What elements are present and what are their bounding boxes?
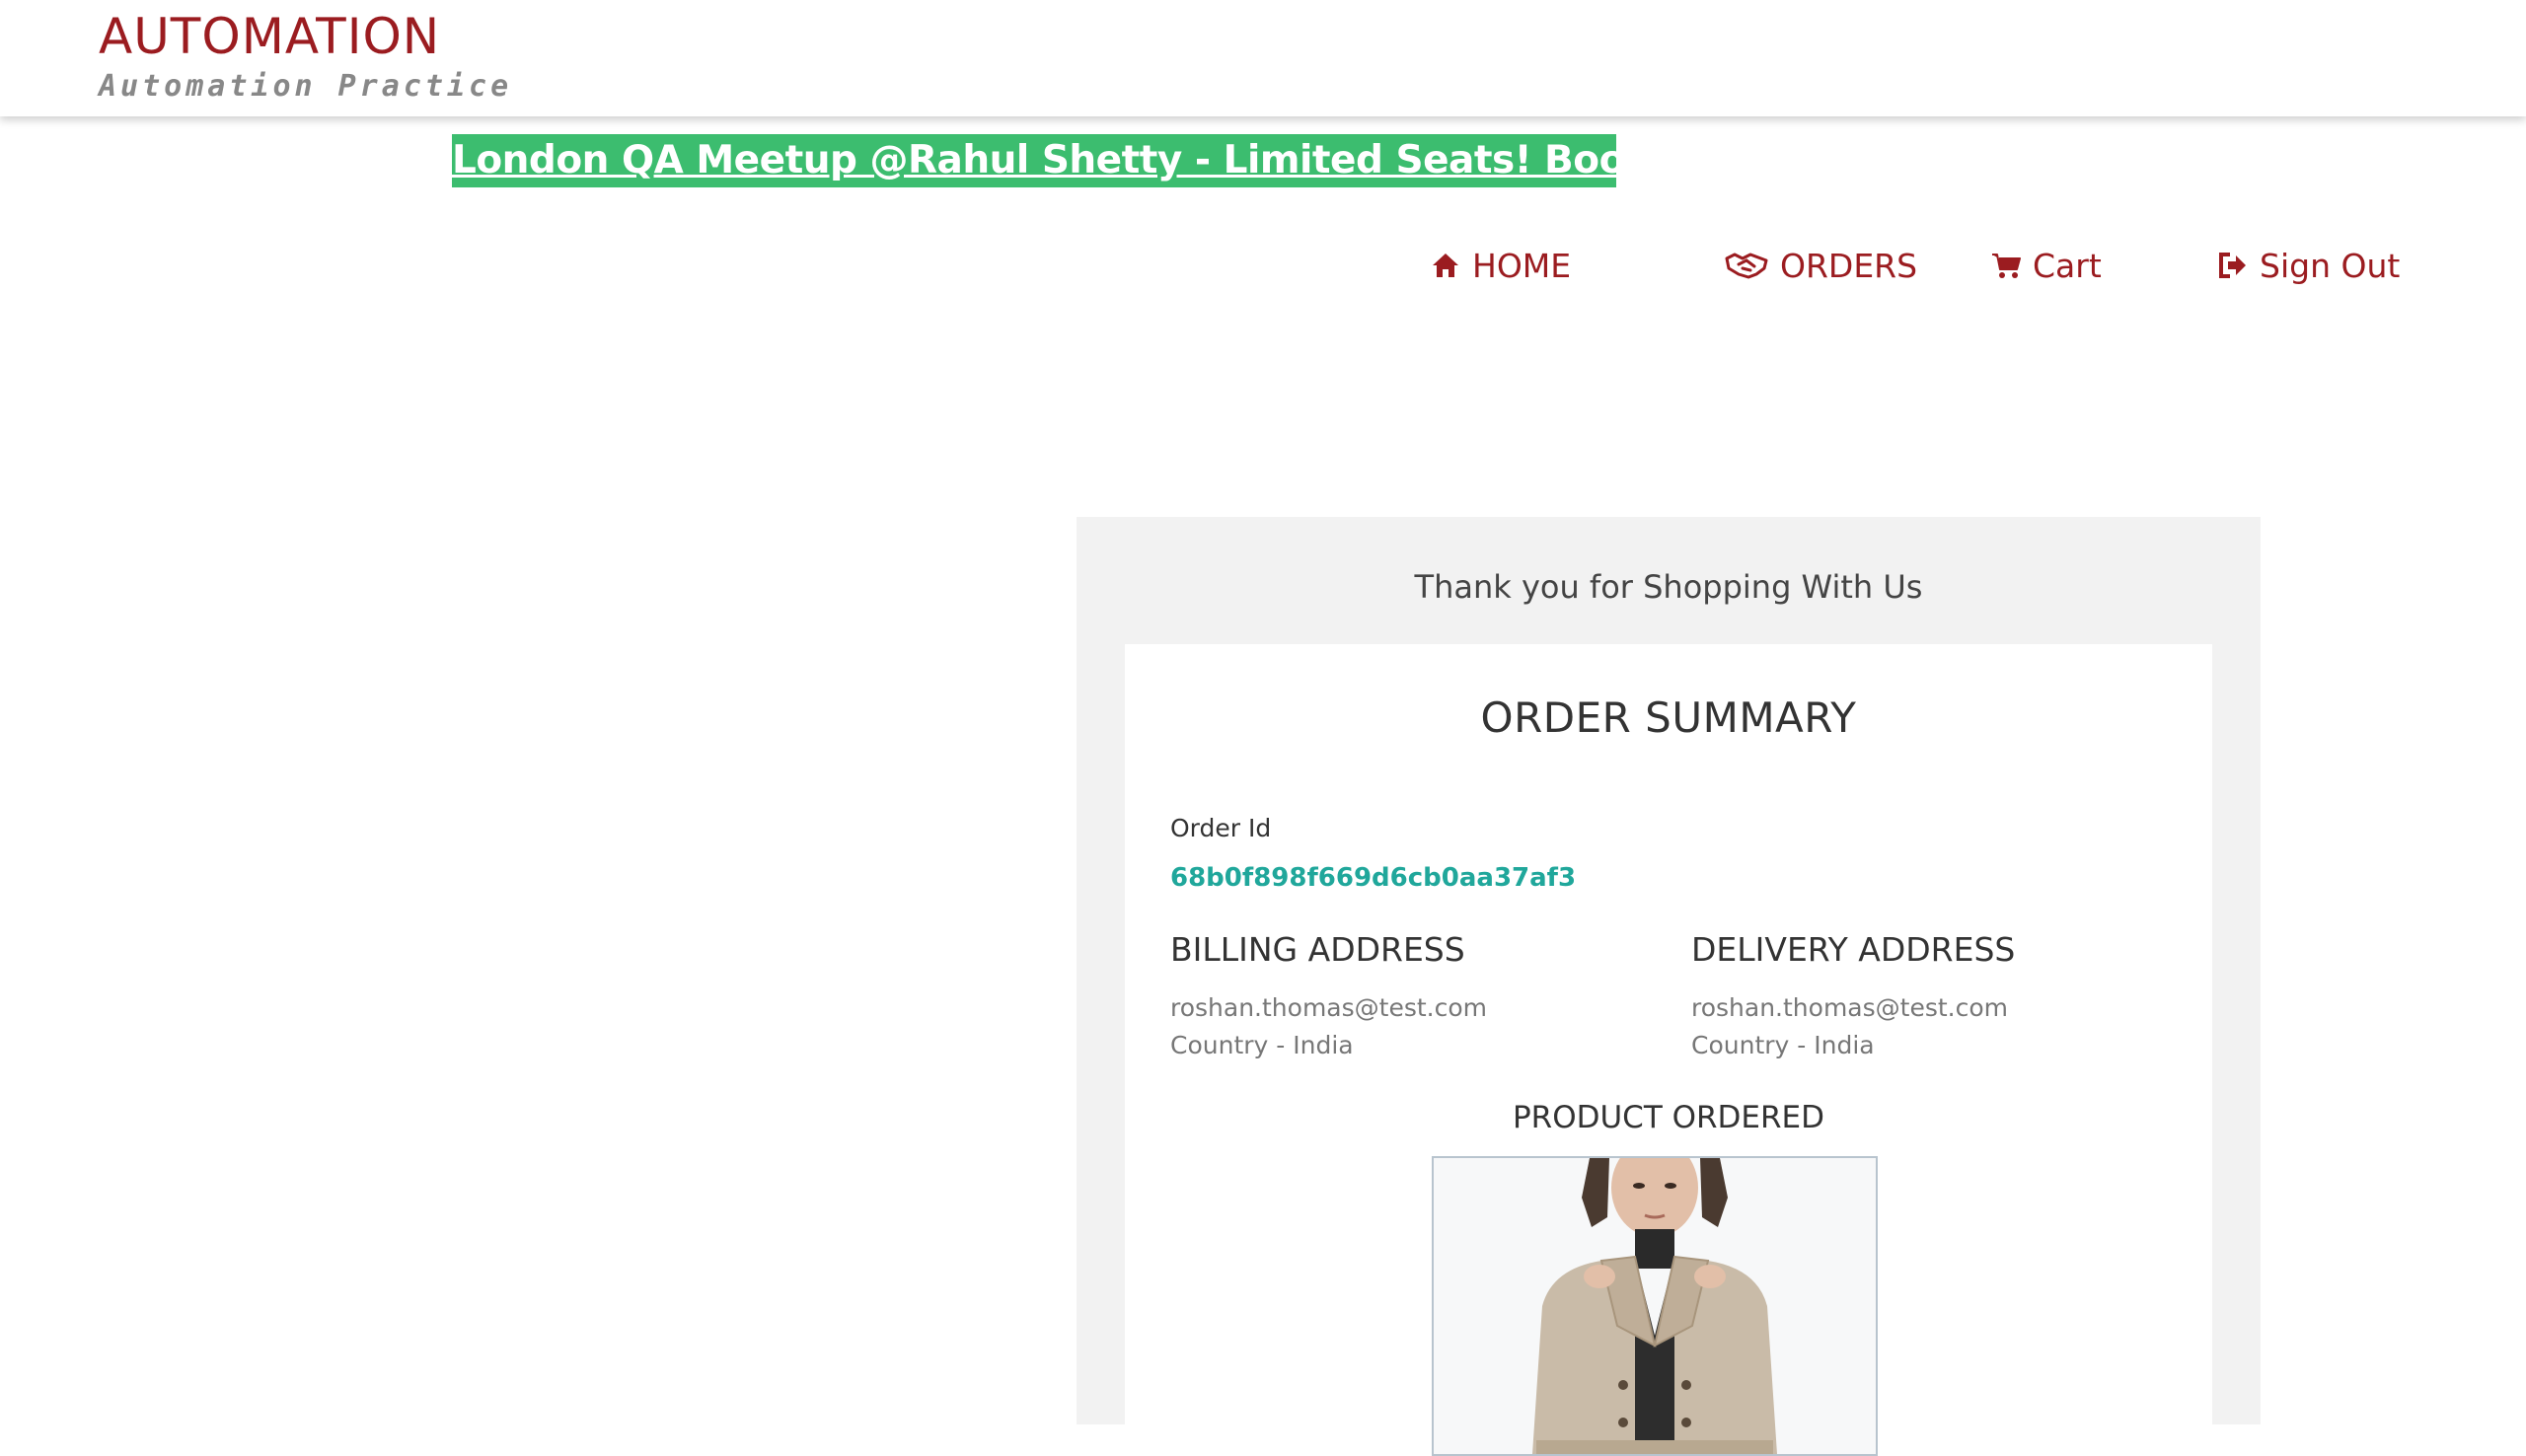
nav-sign-out-button[interactable]: Sign Out (2218, 241, 2400, 290)
product-image (1432, 1156, 1878, 1456)
thank-you-message: Thank you for Shopping With Us (1414, 568, 1923, 606)
order-summary-title: ORDER SUMMARY (1480, 693, 1857, 742)
nav-home-label: HOME (1472, 246, 1572, 285)
meetup-banner-link[interactable]: London QA Meetup @Rahul Shetty - Limited… (452, 134, 1616, 187)
handshake-icon (1725, 253, 1768, 279)
order-confirmation-panel: Thank you for Shopping With Us ORDER SUM… (1077, 517, 2261, 1456)
nav-orders-label: ORDERS (1780, 246, 1918, 285)
sign-out-icon (2219, 253, 2246, 278)
billing-address-title: BILLING ADDRESS (1170, 930, 1465, 969)
order-id-label: Order Id (1170, 814, 1272, 842)
site-header: AUTOMATION Automation Practice (0, 0, 2526, 116)
order-summary-card: ORDER SUMMARY Order Id 68b0f898f669d6cb0… (1125, 644, 2212, 1456)
nav-cart-button[interactable]: Cart (1991, 241, 2102, 290)
billing-country: Country - India (1170, 1031, 1354, 1059)
delivery-email: roshan.thomas@test.com (1691, 993, 2008, 1022)
billing-email: roshan.thomas@test.com (1170, 993, 1487, 1022)
nav-orders-button[interactable]: ORDERS (1725, 241, 1917, 290)
coat-product-illustration (1434, 1158, 1876, 1454)
brand-title[interactable]: AUTOMATION (99, 8, 440, 65)
nav-sign-out-label: Sign Out (2260, 246, 2401, 285)
brand-subtitle: Automation Practice (99, 69, 513, 104)
nav-home-button[interactable]: HOME (1431, 241, 1571, 290)
home-icon (1433, 254, 1458, 277)
delivery-country: Country - India (1691, 1031, 1875, 1059)
nav-cart-label: Cart (2033, 246, 2102, 285)
product-ordered-title: PRODUCT ORDERED (1512, 1100, 1825, 1135)
order-id-value: 68b0f898f669d6cb0aa37af3 (1170, 863, 1577, 893)
cart-icon (1992, 254, 2021, 278)
delivery-address-title: DELIVERY ADDRESS (1691, 930, 2016, 969)
